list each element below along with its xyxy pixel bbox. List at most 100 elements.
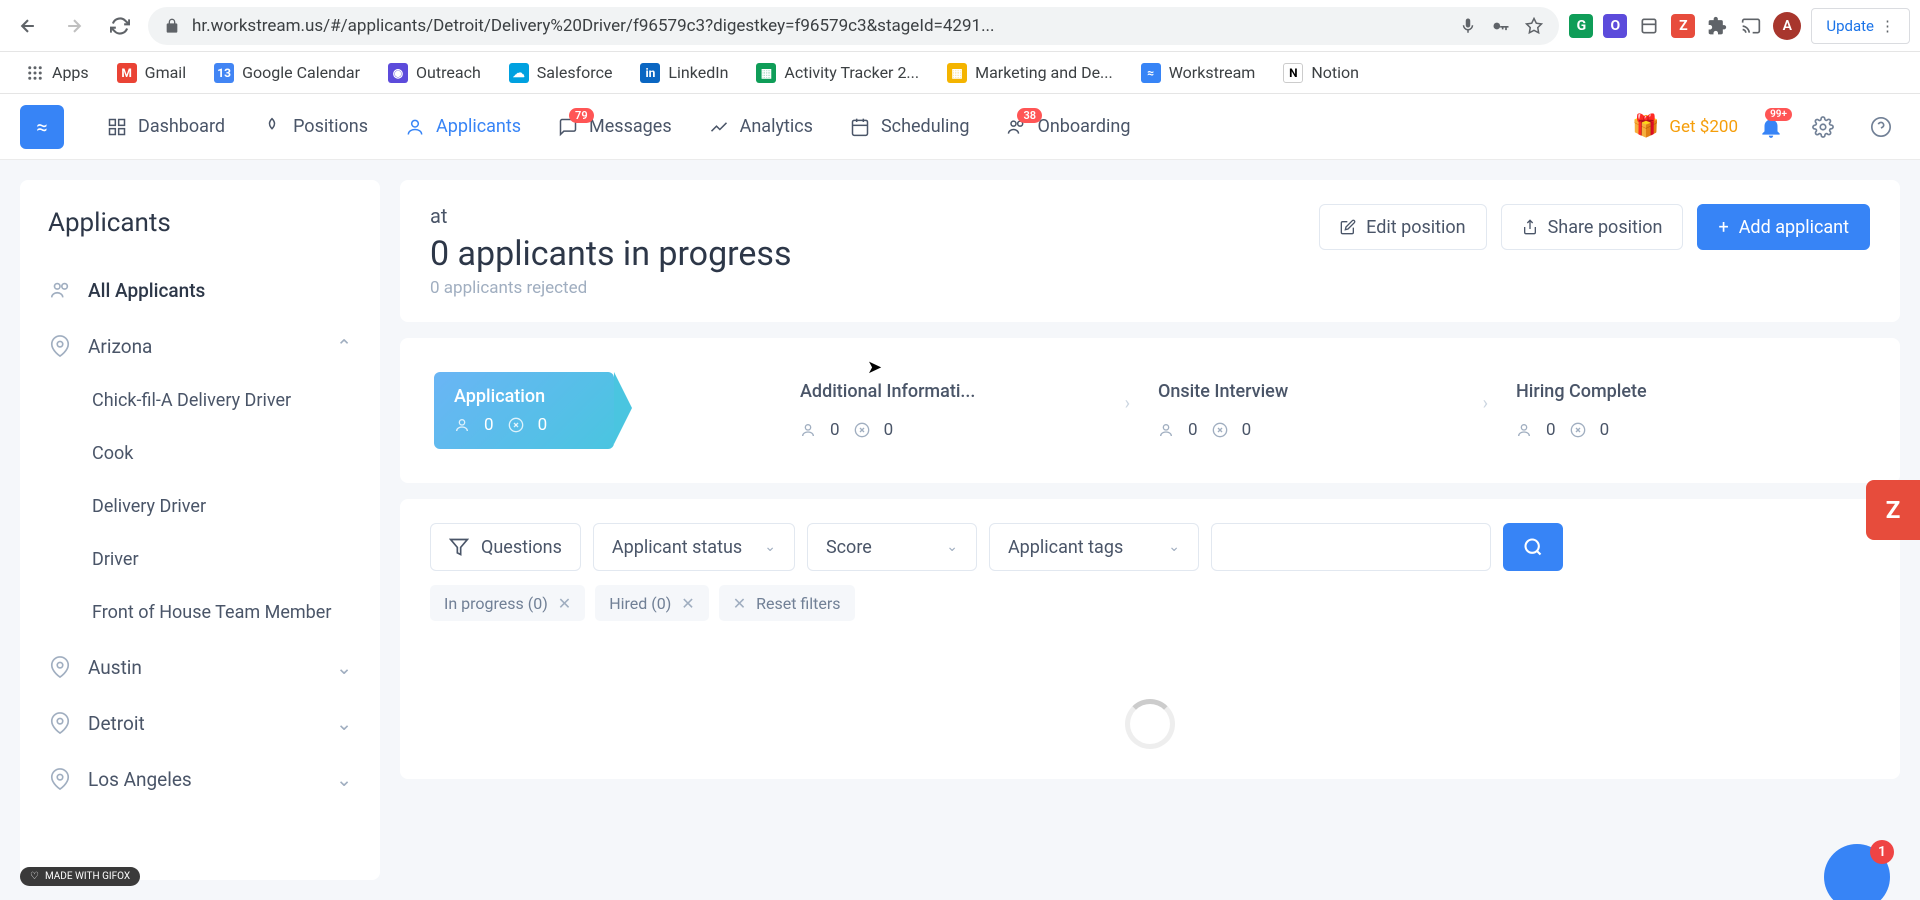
bookmarks-bar: Apps MGmail 13Google Calendar ◉Outreach … bbox=[0, 52, 1920, 94]
stage-onsite[interactable]: Onsite Interview 0 0 › bbox=[1150, 381, 1508, 440]
key-icon[interactable] bbox=[1491, 16, 1511, 36]
stage-application[interactable]: Application 0 0 bbox=[434, 372, 792, 449]
messages-badge: 79 bbox=[569, 108, 594, 123]
sidebar-item-chickfila[interactable]: Chick-fil-A Delivery Driver bbox=[20, 374, 380, 427]
url-actions bbox=[1459, 16, 1543, 36]
filter-status[interactable]: Applicant status⌄ bbox=[593, 523, 795, 571]
share-icon bbox=[1522, 219, 1538, 235]
extension-icon-z[interactable]: Z bbox=[1671, 14, 1695, 38]
extension-icon-3[interactable] bbox=[1637, 14, 1661, 38]
bookmark-activity[interactable]: ▦Activity Tracker 2... bbox=[746, 57, 929, 89]
bookmark-outreach[interactable]: ◉Outreach bbox=[378, 57, 491, 89]
update-button[interactable]: Update⋮ bbox=[1811, 8, 1910, 44]
sheets-icon: ▦ bbox=[756, 63, 776, 83]
person-icon bbox=[800, 422, 816, 438]
edit-position-button[interactable]: Edit position bbox=[1319, 204, 1486, 250]
nav-positions[interactable]: Positions bbox=[243, 94, 386, 160]
edit-icon bbox=[1340, 219, 1356, 235]
bookmark-workstream[interactable]: ≈Workstream bbox=[1131, 57, 1266, 89]
sidebar-group-arizona[interactable]: Arizona ⌃ bbox=[20, 318, 380, 374]
back-button[interactable] bbox=[10, 8, 46, 44]
people-icon bbox=[48, 278, 72, 302]
positions-icon bbox=[261, 116, 283, 138]
nav-messages[interactable]: Messages79 bbox=[539, 94, 690, 160]
close-icon[interactable]: ✕ bbox=[558, 594, 571, 613]
header-card: at 0 applicants in progress 0 applicants… bbox=[400, 180, 1900, 322]
x-circle-icon bbox=[1212, 422, 1228, 438]
sidebar-item-driver[interactable]: Driver bbox=[20, 533, 380, 586]
help-button[interactable] bbox=[1862, 108, 1900, 146]
address-bar[interactable]: hr.workstream.us/#/applicants/Detroit/De… bbox=[148, 7, 1559, 45]
filter-questions[interactable]: Questions bbox=[430, 523, 581, 571]
loading-spinner bbox=[1125, 699, 1175, 749]
chevron-down-icon: ⌄ bbox=[336, 656, 352, 679]
sidebar-group-la[interactable]: Los Angeles ⌄ bbox=[20, 751, 380, 807]
nav-applicants[interactable]: Applicants bbox=[386, 94, 539, 160]
cast-icon[interactable] bbox=[1739, 14, 1763, 38]
share-position-button[interactable]: Share position bbox=[1501, 204, 1684, 250]
search-input[interactable] bbox=[1211, 523, 1491, 571]
forward-button[interactable] bbox=[56, 8, 92, 44]
browser-toolbar: hr.workstream.us/#/applicants/Detroit/De… bbox=[0, 0, 1920, 52]
nav-onboarding[interactable]: Onboarding38 bbox=[987, 94, 1148, 160]
chat-widget[interactable]: 1 bbox=[1824, 844, 1890, 900]
star-icon[interactable] bbox=[1525, 17, 1543, 35]
sidebar-item-foh[interactable]: Front of House Team Member bbox=[20, 586, 380, 639]
nav-analytics[interactable]: Analytics bbox=[690, 94, 831, 160]
close-icon[interactable]: ✕ bbox=[681, 594, 694, 613]
bell-icon bbox=[1758, 118, 1784, 146]
chip-reset-filters[interactable]: ✕Reset filters bbox=[719, 585, 855, 621]
add-applicant-button[interactable]: +Add applicant bbox=[1697, 204, 1870, 250]
filter-tags[interactable]: Applicant tags⌄ bbox=[989, 523, 1199, 571]
linkedin-icon: in bbox=[640, 63, 660, 83]
slides-icon: ▦ bbox=[947, 63, 967, 83]
rejected-count: 0 applicants rejected bbox=[430, 278, 792, 298]
nav-dashboard[interactable]: Dashboard bbox=[88, 94, 243, 160]
salesforce-icon: ☁ bbox=[509, 63, 529, 83]
x-circle-icon bbox=[508, 417, 524, 433]
notifications-button[interactable]: 99+ bbox=[1758, 114, 1784, 140]
extensions-icon[interactable] bbox=[1705, 14, 1729, 38]
bookmark-linkedin[interactable]: inLinkedIn bbox=[630, 57, 738, 89]
chip-in-progress[interactable]: In progress (0)✕ bbox=[430, 585, 585, 621]
bookmark-notion[interactable]: NNotion bbox=[1273, 57, 1369, 89]
profile-avatar[interactable]: A bbox=[1773, 12, 1801, 40]
nav-scheduling[interactable]: Scheduling bbox=[831, 94, 987, 160]
sidebar-item-delivery[interactable]: Delivery Driver bbox=[20, 480, 380, 533]
stage-hiring-complete[interactable]: Hiring Complete 0 0 bbox=[1508, 381, 1866, 440]
person-icon bbox=[1516, 422, 1532, 438]
apps-button[interactable]: Apps bbox=[16, 57, 99, 88]
sidebar-item-cook[interactable]: Cook bbox=[20, 427, 380, 480]
extension-icon-2[interactable]: O bbox=[1603, 14, 1627, 38]
stages-card: Application 0 0 Additional Informati... … bbox=[400, 338, 1900, 483]
app-logo[interactable]: ≈ bbox=[20, 105, 64, 149]
gift-icon: 🎁 bbox=[1632, 114, 1659, 139]
mic-icon[interactable] bbox=[1459, 17, 1477, 35]
heart-icon: ♡ bbox=[30, 871, 39, 882]
bookmark-calendar[interactable]: 13Google Calendar bbox=[204, 57, 370, 89]
stage-additional-info[interactable]: Additional Informati... 0 0 › bbox=[792, 381, 1150, 440]
lock-icon bbox=[164, 18, 180, 34]
bookmark-gmail[interactable]: MGmail bbox=[107, 57, 196, 89]
url-text: hr.workstream.us/#/applicants/Detroit/De… bbox=[192, 16, 1447, 36]
floating-z-widget[interactable]: Z bbox=[1866, 480, 1920, 540]
bookmark-salesforce[interactable]: ☁Salesforce bbox=[499, 57, 623, 89]
reload-button[interactable] bbox=[102, 8, 138, 44]
chevron-down-icon: ⌄ bbox=[764, 539, 776, 555]
settings-button[interactable] bbox=[1804, 108, 1842, 146]
get-cash-button[interactable]: 🎁Get $200 bbox=[1632, 114, 1738, 139]
bookmark-marketing[interactable]: ▦Marketing and De... bbox=[937, 57, 1123, 89]
analytics-icon bbox=[708, 116, 730, 138]
position-at: at bbox=[430, 204, 792, 228]
search-button[interactable] bbox=[1503, 523, 1563, 571]
chip-hired[interactable]: Hired (0)✕ bbox=[595, 585, 709, 621]
app-header: ≈ Dashboard Positions Applicants Message… bbox=[0, 94, 1920, 160]
sidebar-group-detroit[interactable]: Detroit ⌄ bbox=[20, 695, 380, 751]
extension-icon-1[interactable]: G bbox=[1569, 14, 1593, 38]
help-icon bbox=[1870, 116, 1892, 138]
sidebar-all-applicants[interactable]: All Applicants bbox=[20, 262, 380, 318]
sidebar-group-austin[interactable]: Austin ⌄ bbox=[20, 639, 380, 695]
chevron-down-icon: ⌄ bbox=[946, 539, 958, 555]
filter-score[interactable]: Score⌄ bbox=[807, 523, 977, 571]
pin-icon bbox=[48, 655, 72, 679]
